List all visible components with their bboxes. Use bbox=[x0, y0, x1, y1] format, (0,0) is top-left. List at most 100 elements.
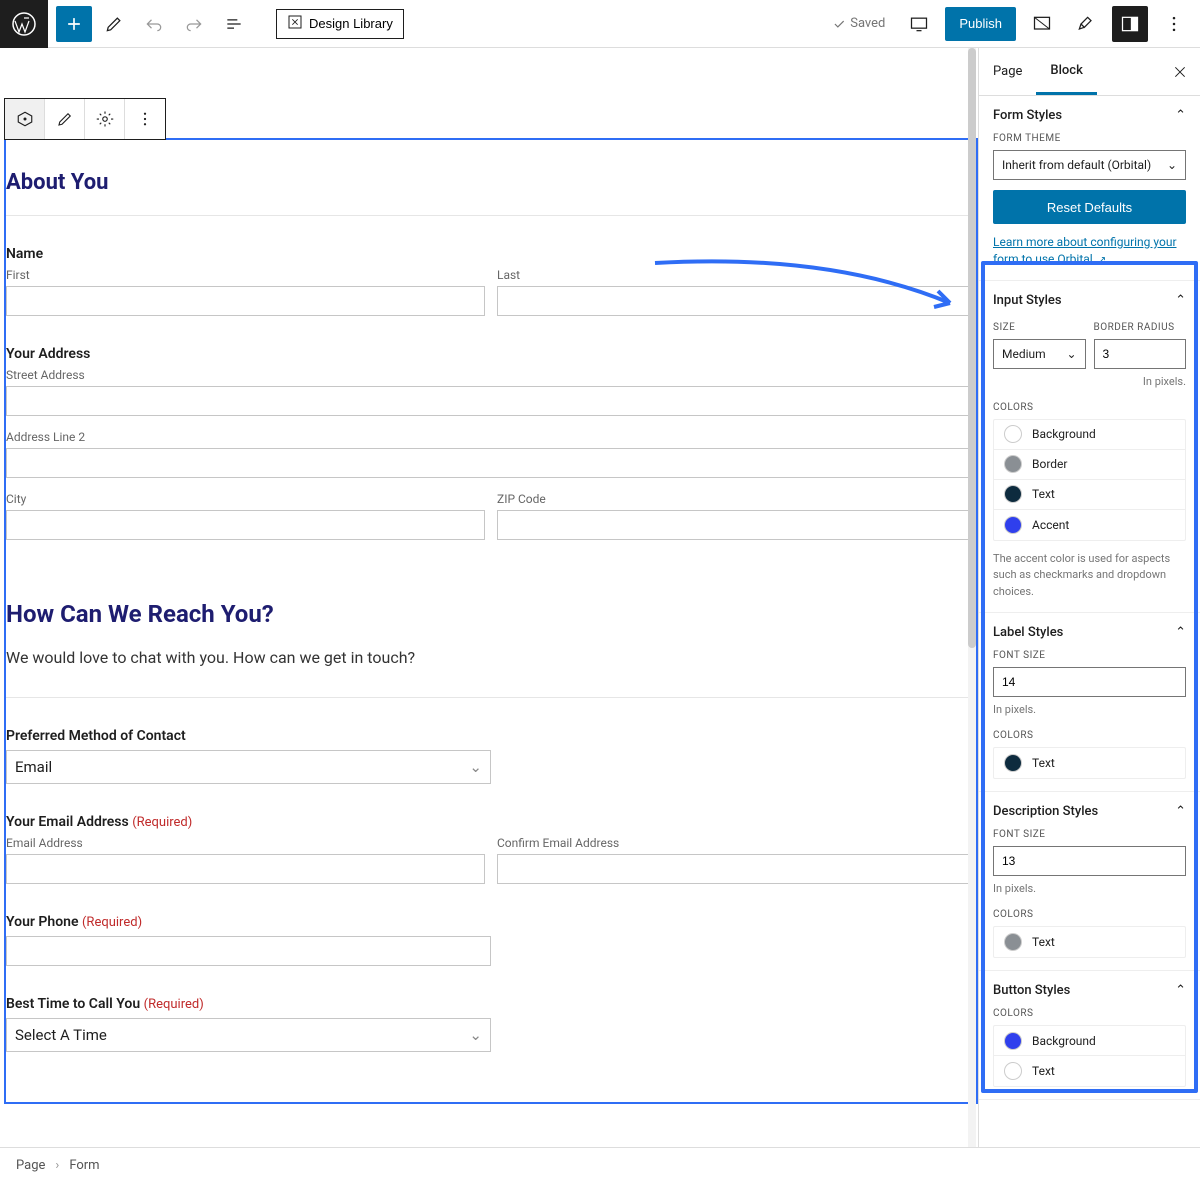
button-styles-toggle[interactable]: Button Styles ⌃ bbox=[993, 983, 1186, 998]
label-color-text[interactable]: Text bbox=[994, 748, 1185, 778]
email-confirm-input[interactable] bbox=[497, 854, 976, 884]
contact-method-select[interactable]: Email ⌄ bbox=[6, 750, 491, 784]
radius-input[interactable] bbox=[1094, 339, 1187, 369]
close-sidebar-button[interactable] bbox=[1160, 48, 1200, 95]
section-title: About You bbox=[6, 170, 976, 195]
label-fontsize-input[interactable] bbox=[993, 667, 1186, 697]
besttime-select[interactable]: Select A Time ⌄ bbox=[6, 1018, 491, 1052]
chevron-up-icon: ⌃ bbox=[1175, 804, 1186, 819]
address-label: Your Address bbox=[6, 346, 976, 362]
first-name-input[interactable] bbox=[6, 286, 485, 316]
redo-button[interactable] bbox=[176, 6, 212, 42]
form-styles-toggle[interactable]: Form Styles ⌃ bbox=[993, 108, 1186, 123]
block-more-button[interactable] bbox=[125, 99, 165, 139]
input-styles-toggle[interactable]: Input Styles ⌃ bbox=[993, 293, 1186, 308]
contact-method-value: Email bbox=[15, 758, 52, 776]
button-color-background[interactable]: Background bbox=[994, 1026, 1185, 1056]
publish-button[interactable]: Publish bbox=[945, 7, 1016, 41]
reset-defaults-button[interactable]: Reset Defaults bbox=[993, 190, 1186, 224]
wordpress-logo[interactable] bbox=[0, 0, 48, 48]
chevron-down-icon: ⌄ bbox=[469, 758, 482, 776]
zip-input[interactable] bbox=[497, 510, 976, 540]
more-options-button[interactable] bbox=[1156, 6, 1192, 42]
color-border[interactable]: Border bbox=[994, 450, 1185, 480]
add-block-button[interactable] bbox=[56, 6, 92, 42]
color-label: Text bbox=[1032, 756, 1055, 770]
undo-button[interactable] bbox=[136, 6, 172, 42]
besttime-label: Best Time to Call You (Required) bbox=[6, 996, 976, 1012]
form-settings-icon[interactable] bbox=[1068, 6, 1104, 42]
form-theme-select[interactable]: Inherit from default (Orbital) ⌄ bbox=[993, 150, 1186, 180]
description-styles-toggle[interactable]: Description Styles ⌃ bbox=[993, 804, 1186, 819]
learn-more-link[interactable]: Learn more about configuring your form t… bbox=[993, 234, 1186, 268]
last-name-input[interactable] bbox=[497, 286, 976, 316]
tab-block[interactable]: Block bbox=[1036, 48, 1096, 95]
email-input[interactable] bbox=[6, 854, 485, 884]
color-text[interactable]: Text bbox=[994, 480, 1185, 510]
contact-method-label: Preferred Method of Contact bbox=[6, 728, 976, 744]
crumb-form[interactable]: Form bbox=[69, 1158, 99, 1173]
desc-fontsize-input[interactable] bbox=[993, 846, 1186, 876]
phone-label: Your Phone (Required) bbox=[6, 914, 976, 930]
radius-label: BORDER RADIUS bbox=[1094, 322, 1187, 333]
desc-colors-list: Text bbox=[993, 926, 1186, 958]
section2-title: How Can We Reach You? bbox=[6, 600, 976, 628]
list-view-button[interactable] bbox=[216, 6, 252, 42]
swatch-icon bbox=[1004, 933, 1022, 951]
size-value: Medium bbox=[1002, 347, 1046, 361]
settings-sidebar: Page Block Form Styles ⌃ FORM THEME Inhe… bbox=[978, 48, 1200, 1147]
chevron-up-icon: ⌃ bbox=[1175, 983, 1186, 998]
scrollbar-thumb[interactable] bbox=[968, 48, 976, 648]
address-field: Your Address Street Address Address Line… bbox=[6, 346, 976, 540]
chevron-up-icon: ⌃ bbox=[1175, 108, 1186, 123]
top-bar: Design Library Saved Publish bbox=[0, 0, 1200, 48]
button-styles-panel: Button Styles ⌃ COLORS Background Text bbox=[979, 971, 1200, 1100]
color-accent[interactable]: Accent bbox=[994, 510, 1185, 540]
email-field: Your Email Address (Required) Email Addr… bbox=[6, 814, 976, 884]
sidebar-toggle-button[interactable] bbox=[1112, 6, 1148, 42]
preview-icon[interactable] bbox=[1024, 6, 1060, 42]
swatch-icon bbox=[1004, 425, 1022, 443]
block-icon[interactable] bbox=[5, 99, 45, 139]
tab-page[interactable]: Page bbox=[979, 48, 1036, 95]
input-colors-label: COLORS bbox=[993, 402, 1186, 413]
name-label: Name bbox=[6, 246, 976, 262]
edit-block-button[interactable] bbox=[45, 99, 85, 139]
input-styles-panel: Input Styles ⌃ SIZE Medium ⌄ BORDER RADI… bbox=[979, 281, 1200, 614]
besttime-field: Best Time to Call You (Required) Select … bbox=[6, 996, 976, 1052]
email-sublabel: Email Address bbox=[6, 836, 485, 850]
label-styles-toggle[interactable]: Label Styles ⌃ bbox=[993, 625, 1186, 640]
design-library-icon bbox=[287, 14, 303, 33]
besttime-value: Select A Time bbox=[15, 1026, 107, 1044]
canvas-wrap: About You Name First Last bbox=[0, 48, 978, 1147]
label-styles-title: Label Styles bbox=[993, 625, 1063, 640]
toolbar-left: Design Library bbox=[48, 6, 412, 42]
desc-color-text[interactable]: Text bbox=[994, 927, 1185, 957]
color-background[interactable]: Background bbox=[994, 420, 1185, 450]
phone-input[interactable] bbox=[6, 936, 491, 966]
design-library-button[interactable]: Design Library bbox=[276, 9, 404, 39]
desc-fontsize-label: FONT SIZE bbox=[993, 829, 1186, 840]
crumb-page[interactable]: Page bbox=[16, 1158, 45, 1173]
breadcrumb: Page › Form bbox=[0, 1147, 1200, 1183]
block-settings-button[interactable] bbox=[85, 99, 125, 139]
chevron-down-icon: ⌄ bbox=[469, 1026, 482, 1044]
swatch-icon bbox=[1004, 455, 1022, 473]
form-styles-title: Form Styles bbox=[993, 108, 1062, 123]
toolbar-right: Saved Publish bbox=[824, 6, 1200, 42]
chevron-down-icon: ⌄ bbox=[1167, 158, 1177, 172]
label-colors-list: Text bbox=[993, 747, 1186, 779]
city-input[interactable] bbox=[6, 510, 485, 540]
line2-input[interactable] bbox=[6, 448, 976, 478]
size-select[interactable]: Medium ⌄ bbox=[993, 339, 1086, 369]
scrollbar[interactable] bbox=[968, 48, 976, 1147]
form-block[interactable]: About You Name First Last bbox=[4, 138, 978, 1104]
required-badge: (Required) bbox=[82, 915, 142, 930]
divider bbox=[6, 697, 976, 698]
button-color-text[interactable]: Text bbox=[994, 1056, 1185, 1086]
street-input[interactable] bbox=[6, 386, 976, 416]
view-button[interactable] bbox=[901, 6, 937, 42]
email-label: Your Email Address (Required) bbox=[6, 814, 976, 830]
edit-icon[interactable] bbox=[96, 6, 132, 42]
saved-label: Saved bbox=[850, 16, 885, 31]
